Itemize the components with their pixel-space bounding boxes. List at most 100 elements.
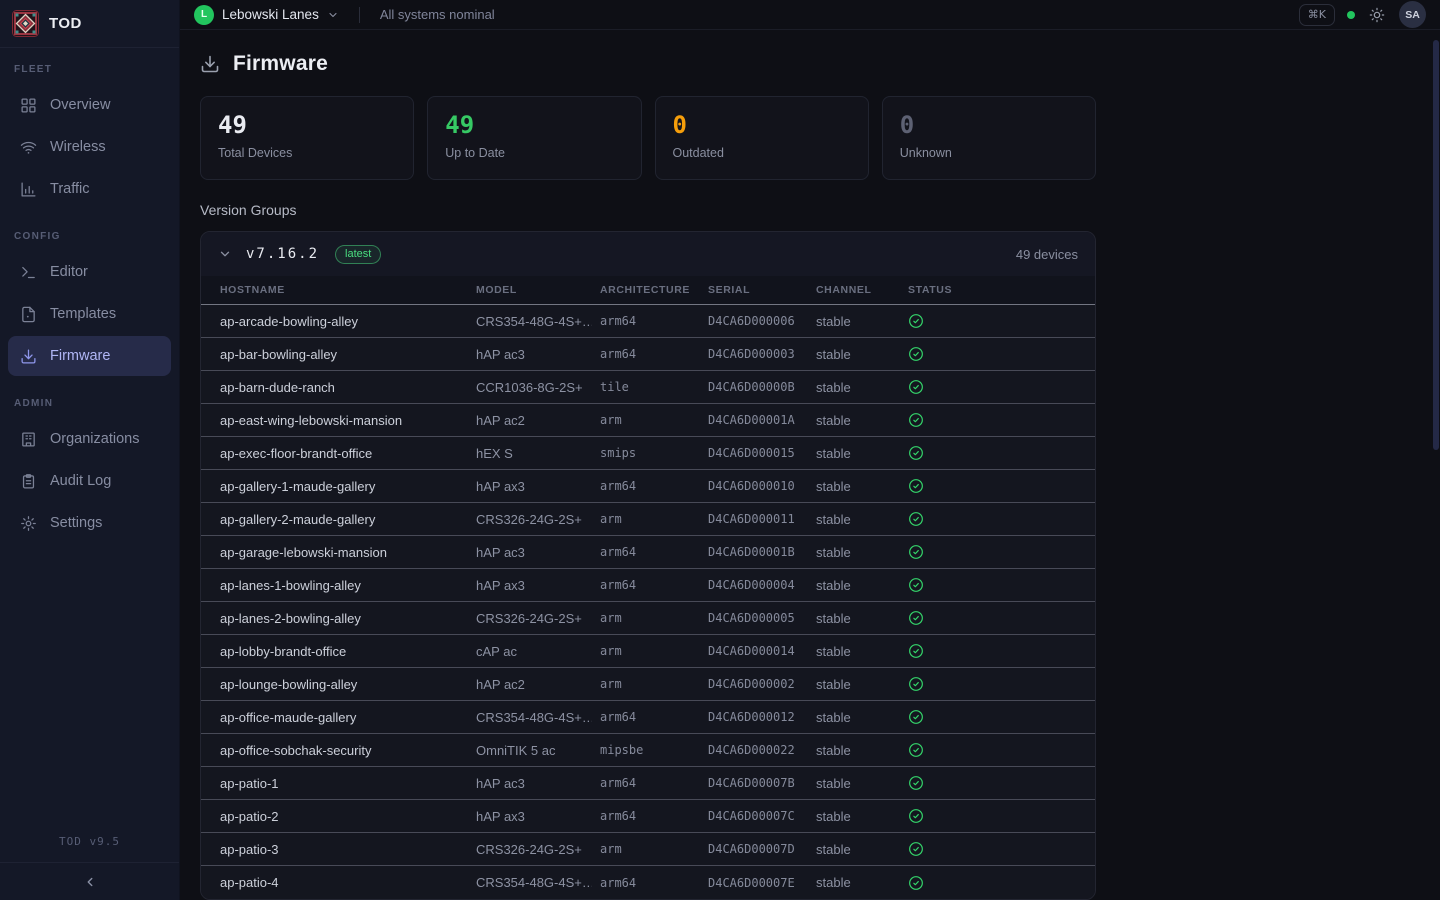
device-channel: stable bbox=[816, 347, 908, 362]
command-palette-shortcut[interactable]: ⌘K bbox=[1299, 4, 1335, 26]
sidebar-item-label: Templates bbox=[50, 306, 116, 322]
sidebar-collapse-button[interactable] bbox=[0, 862, 179, 900]
theme-toggle-button[interactable] bbox=[1369, 7, 1385, 23]
device-channel: stable bbox=[816, 677, 908, 692]
wifi-icon bbox=[20, 139, 37, 156]
version-group-header[interactable]: v7.16.2 latest 49 devices bbox=[201, 232, 1095, 276]
device-serial: D4CA6D000003 bbox=[708, 347, 816, 361]
device-serial: D4CA6D00007C bbox=[708, 809, 816, 823]
chevron-down-icon bbox=[218, 247, 232, 261]
building-icon bbox=[20, 431, 37, 448]
device-architecture: arm bbox=[600, 842, 708, 856]
status-ok-icon bbox=[908, 643, 924, 659]
device-channel: stable bbox=[816, 644, 908, 659]
sidebar-item-label: Firmware bbox=[50, 348, 110, 364]
device-hostname: ap-patio-4 bbox=[220, 875, 476, 890]
clipboard-icon bbox=[20, 473, 37, 490]
device-architecture: arm64 bbox=[600, 710, 708, 724]
device-model: hAP ax3 bbox=[476, 809, 592, 824]
system-status-text: All systems nominal bbox=[380, 7, 495, 22]
vertical-scrollbar[interactable] bbox=[1433, 40, 1439, 450]
status-ok-icon bbox=[908, 875, 924, 891]
brand-header: TOD bbox=[0, 0, 179, 48]
table-row: ap-lounge-bowling-alleyhAP ac2armD4CA6D0… bbox=[201, 668, 1095, 701]
sidebar-section: ADMINOrganizationsAudit LogSettings bbox=[0, 398, 179, 543]
device-status bbox=[908, 379, 1095, 395]
sidebar-item-label: Audit Log bbox=[50, 473, 111, 489]
device-architecture: arm bbox=[600, 677, 708, 691]
stat-value: 0 bbox=[900, 112, 1078, 138]
device-hostname: ap-lanes-2-bowling-alley bbox=[220, 611, 476, 626]
download-icon bbox=[20, 348, 37, 365]
status-ok-icon bbox=[908, 808, 924, 824]
status-ok-icon bbox=[908, 379, 924, 395]
sidebar-item-firmware[interactable]: Firmware bbox=[8, 336, 171, 376]
bar-chart-icon bbox=[20, 181, 37, 198]
device-model: hAP ac3 bbox=[476, 545, 592, 560]
table-row: ap-office-maude-galleryCRS354-48G-4S+…ar… bbox=[201, 701, 1095, 734]
table-row: ap-lanes-1-bowling-alleyhAP ax3arm64D4CA… bbox=[201, 569, 1095, 602]
device-hostname: ap-lobby-brandt-office bbox=[220, 644, 476, 659]
sidebar-item-settings[interactable]: Settings bbox=[8, 503, 171, 543]
device-serial: D4CA6D000014 bbox=[708, 644, 816, 658]
device-status bbox=[908, 709, 1095, 725]
device-status bbox=[908, 841, 1095, 857]
sidebar-item-organizations[interactable]: Organizations bbox=[8, 419, 171, 459]
chevron-left-icon bbox=[83, 875, 97, 889]
status-ok-icon bbox=[908, 676, 924, 692]
device-serial: D4CA6D000022 bbox=[708, 743, 816, 757]
page-content: Firmware 49Total Devices49Up to Date0Out… bbox=[180, 30, 1440, 900]
sidebar-item-wireless[interactable]: Wireless bbox=[8, 127, 171, 167]
device-model: CRS326-24G-2S+ bbox=[476, 611, 592, 626]
device-hostname: ap-office-maude-gallery bbox=[220, 710, 476, 725]
table-header: HOSTNAME MODEL ARCHITECTURE SERIAL CHANN… bbox=[201, 276, 1095, 305]
device-architecture: arm64 bbox=[600, 776, 708, 790]
device-architecture: arm64 bbox=[600, 578, 708, 592]
sidebar-item-audit-log[interactable]: Audit Log bbox=[8, 461, 171, 501]
version-label: v7.16.2 bbox=[246, 246, 319, 262]
sidebar-item-overview[interactable]: Overview bbox=[8, 85, 171, 125]
table-row: ap-exec-floor-brandt-officehEX SsmipsD4C… bbox=[201, 437, 1095, 470]
col-channel: CHANNEL bbox=[816, 284, 908, 296]
device-model: CCR1036-8G-2S+ bbox=[476, 380, 592, 395]
org-switcher[interactable]: L Lebowski Lanes bbox=[194, 5, 339, 25]
device-status bbox=[908, 875, 1095, 891]
device-hostname: ap-lounge-bowling-alley bbox=[220, 677, 476, 692]
device-channel: stable bbox=[816, 776, 908, 791]
table-row: ap-east-wing-lebowski-mansionhAP ac2armD… bbox=[201, 404, 1095, 437]
table-row: ap-bar-bowling-alleyhAP ac3arm64D4CA6D00… bbox=[201, 338, 1095, 371]
version-group-card: v7.16.2 latest 49 devices HOSTNAME MODEL… bbox=[200, 231, 1096, 900]
device-architecture: arm bbox=[600, 512, 708, 526]
stat-card-up-to-date: 49Up to Date bbox=[427, 96, 641, 180]
device-hostname: ap-patio-3 bbox=[220, 842, 476, 857]
sidebar-nav: FLEETOverviewWirelessTrafficCONFIGEditor… bbox=[0, 48, 179, 825]
device-serial: D4CA6D000010 bbox=[708, 479, 816, 493]
device-status bbox=[908, 544, 1095, 560]
device-serial: D4CA6D000012 bbox=[708, 710, 816, 724]
status-ok-icon bbox=[908, 544, 924, 560]
sidebar: TOD FLEETOverviewWirelessTrafficCONFIGEd… bbox=[0, 0, 180, 900]
sidebar-item-templates[interactable]: Templates bbox=[8, 294, 171, 334]
device-serial: D4CA6D000015 bbox=[708, 446, 816, 460]
device-serial: D4CA6D00001B bbox=[708, 545, 816, 559]
device-channel: stable bbox=[816, 446, 908, 461]
device-hostname: ap-garage-lebowski-mansion bbox=[220, 545, 476, 560]
device-status bbox=[908, 643, 1095, 659]
rug-logo-icon bbox=[12, 10, 39, 37]
device-channel: stable bbox=[816, 809, 908, 824]
sidebar-item-traffic[interactable]: Traffic bbox=[8, 169, 171, 209]
table-row: ap-patio-4CRS354-48G-4S+…arm64D4CA6D0000… bbox=[201, 866, 1095, 899]
sidebar-item-editor[interactable]: Editor bbox=[8, 252, 171, 292]
device-hostname: ap-patio-2 bbox=[220, 809, 476, 824]
device-hostname: ap-bar-bowling-alley bbox=[220, 347, 476, 362]
user-avatar[interactable]: SA bbox=[1399, 1, 1426, 28]
device-status bbox=[908, 511, 1095, 527]
sidebar-item-label: Traffic bbox=[50, 181, 89, 197]
device-channel: stable bbox=[816, 611, 908, 626]
device-channel: stable bbox=[816, 545, 908, 560]
device-status bbox=[908, 577, 1095, 593]
device-architecture: tile bbox=[600, 380, 708, 394]
gear-icon bbox=[20, 515, 37, 532]
device-model: CRS326-24G-2S+ bbox=[476, 512, 592, 527]
table-row: ap-office-sobchak-securityOmniTIK 5 acmi… bbox=[201, 734, 1095, 767]
